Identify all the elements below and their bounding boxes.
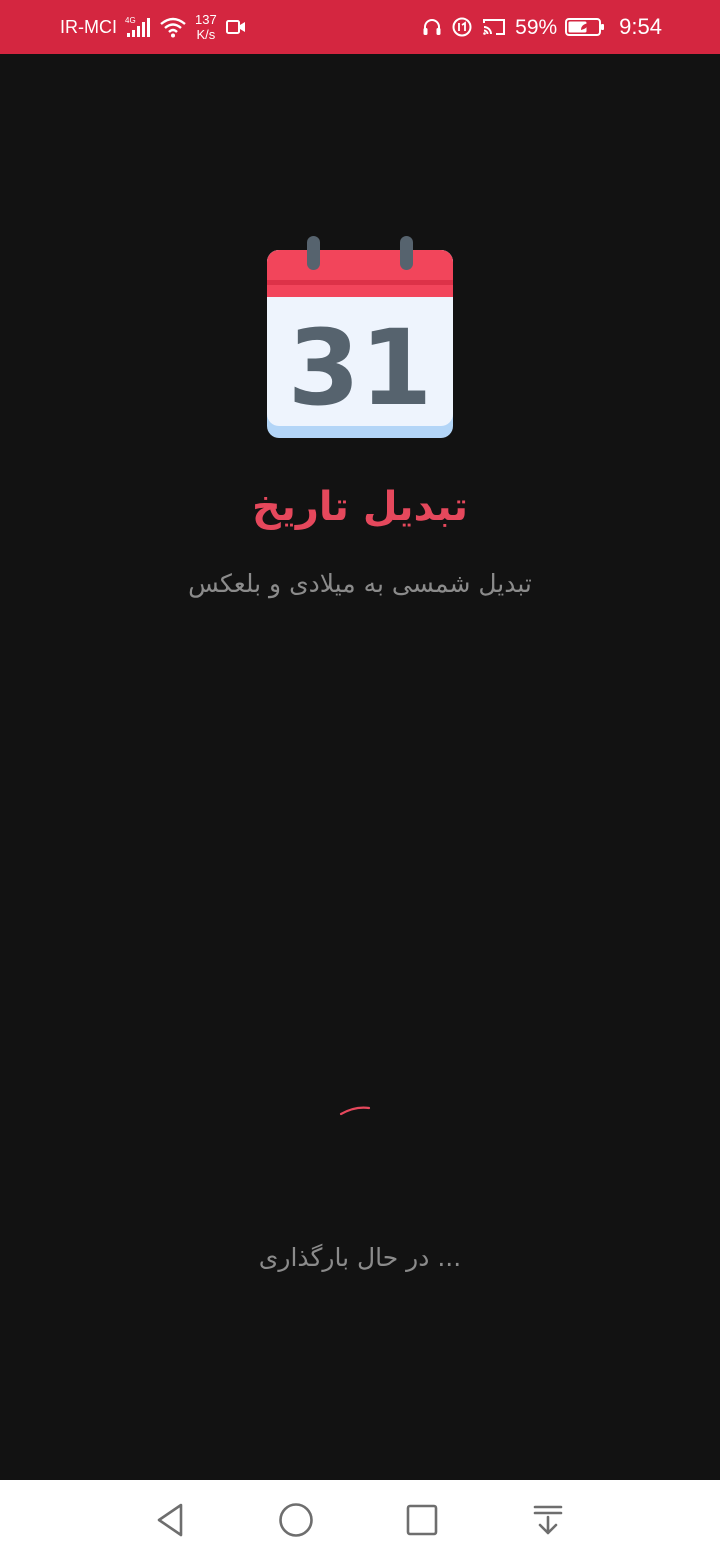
recents-button[interactable] [400,1500,444,1540]
loading-text: ... در حال بارگذاری [258,1243,462,1272]
headset-icon [421,16,443,38]
home-button[interactable] [274,1500,318,1540]
video-record-icon [225,18,247,36]
back-icon [154,1502,186,1538]
back-button[interactable] [148,1500,192,1540]
battery-icon [565,17,605,37]
status-bar-left: IR-MCI 4G 137 K/s [60,12,247,42]
cast-icon [481,16,507,38]
signal-icon: 4G [125,16,151,38]
network-speed: 137 K/s [195,12,217,42]
splash-screen: 31 تبدیل تاریخ تبدیل شمسی به میلادی و بل… [0,54,720,1480]
app-subtitle: تبدیل شمسی به میلادی و بلعکس [188,569,532,598]
loading-spinner [336,1100,376,1140]
notification-shade-icon [531,1503,565,1537]
network-type: 4G [125,16,136,25]
notification-shade-button[interactable] [526,1500,570,1540]
app-title: تبدیل تاریخ [251,484,468,530]
clock: 9:54 [619,14,662,39]
calendar-day-number: 31 [288,307,433,429]
navigation-bar [0,1480,720,1560]
speed-value: 137 [195,12,217,27]
recents-icon [405,1503,439,1537]
status-bar-right: 59% 9:54 [421,16,662,38]
home-icon [278,1502,314,1538]
speed-unit: K/s [196,27,216,42]
data-saver-icon [451,16,473,38]
battery-percent: 59% [515,15,558,39]
status-bar: IR-MCI 4G 137 K/s 59% 9:54 [0,0,720,54]
carrier-name: IR-MCI [60,17,117,37]
wifi-icon [159,16,187,38]
calendar-icon: 31 [264,234,456,442]
